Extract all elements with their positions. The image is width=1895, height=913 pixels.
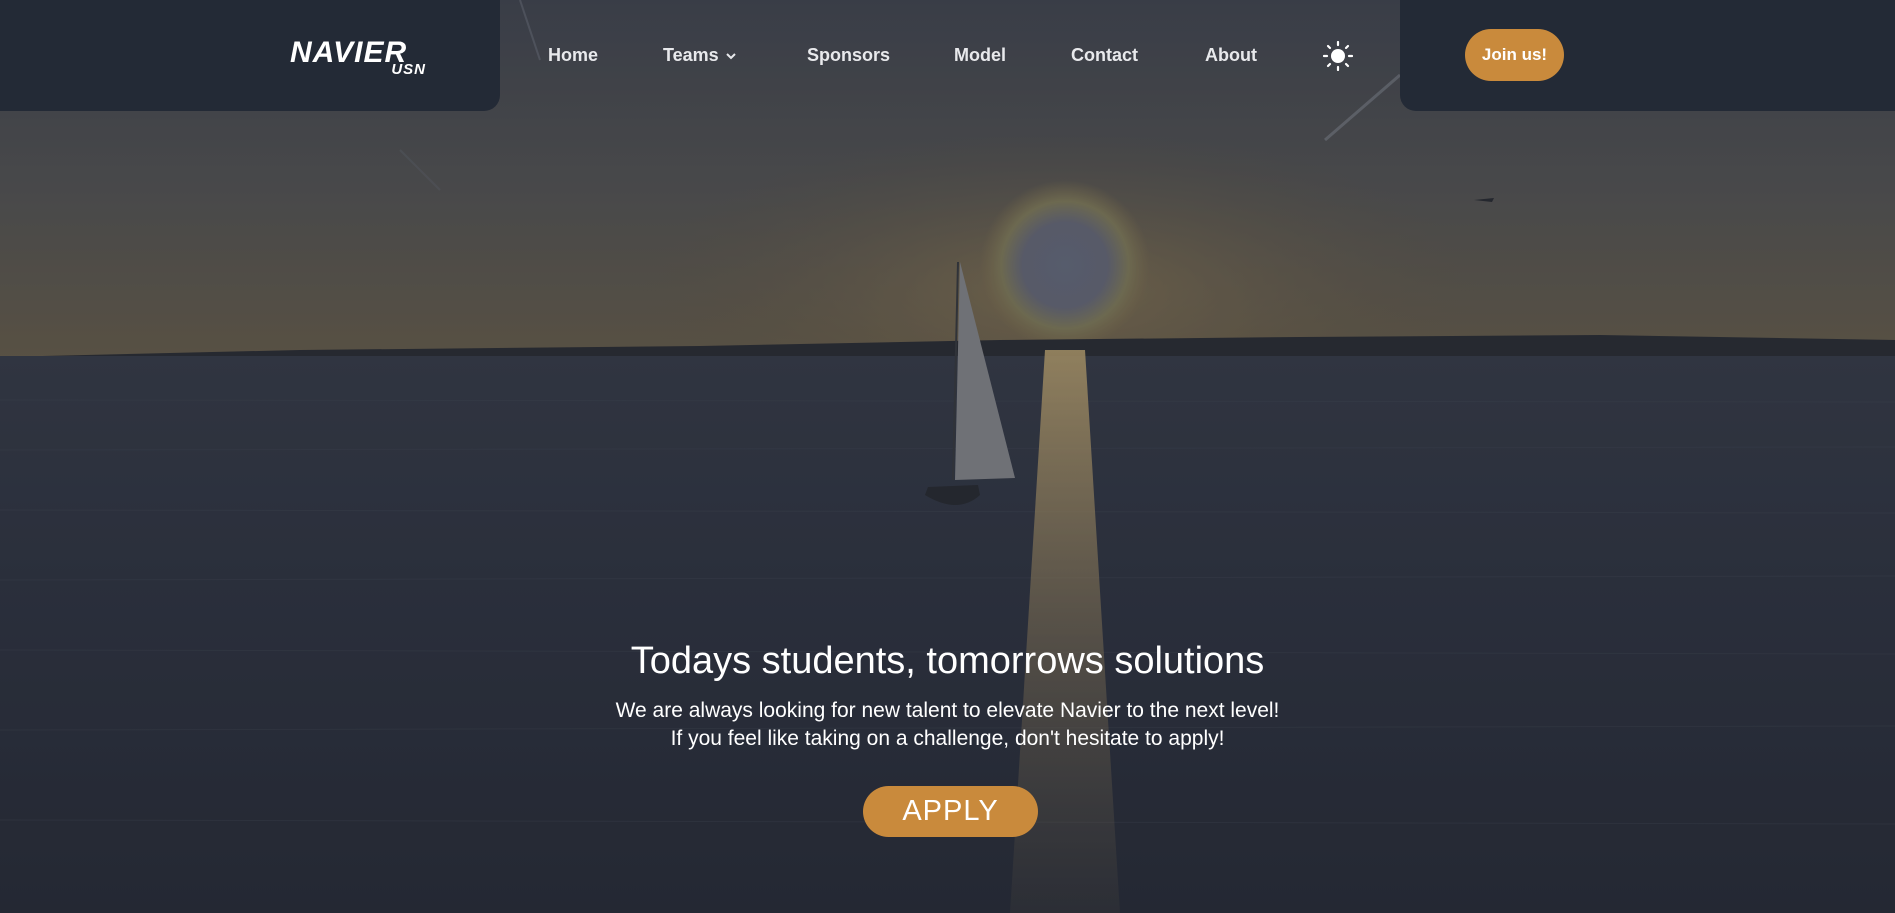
join-us-button[interactable]: Join us!	[1465, 29, 1564, 81]
apply-button[interactable]: APPLY	[863, 786, 1038, 837]
hero-dim-overlay	[0, 0, 1895, 913]
hero-text-line-1: We are always looking for new talent to …	[615, 699, 1280, 722]
nav-home[interactable]: Home	[548, 44, 598, 66]
header-left-panel: NAVIER USN	[0, 0, 500, 111]
nav-about[interactable]: About	[1205, 44, 1257, 66]
sun-icon[interactable]	[1323, 41, 1353, 71]
nav-teams-label: Teams	[663, 45, 719, 65]
hero-text-line-2: If you feel like taking on a challenge, …	[670, 727, 1225, 750]
nav-contact[interactable]: Contact	[1071, 44, 1138, 66]
nav-model[interactable]: Model	[954, 44, 1006, 66]
logo-main-text: NAVIER	[290, 36, 408, 69]
navier-logo[interactable]: NAVIER USN	[290, 36, 430, 80]
hero-title: Todays students, tomorrows solutions	[630, 640, 1265, 682]
logo-sub-text: USN	[391, 61, 426, 78]
chevron-down-icon	[725, 53, 736, 60]
nav-sponsors[interactable]: Sponsors	[807, 44, 890, 66]
nav-teams[interactable]: Teams	[663, 44, 737, 66]
